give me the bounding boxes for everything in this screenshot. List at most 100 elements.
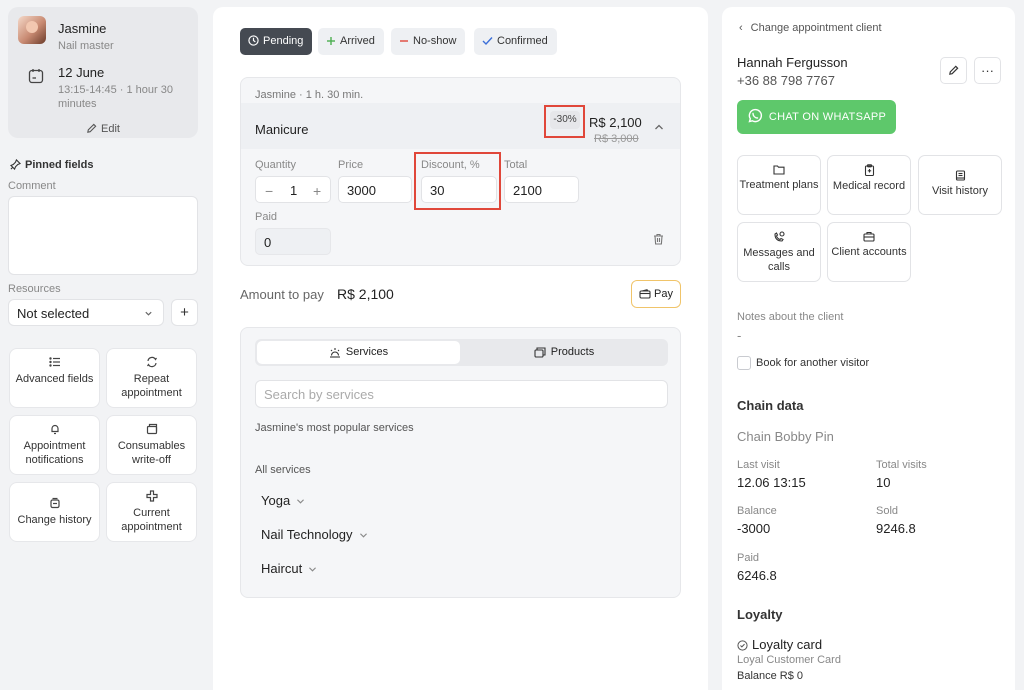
treatment-plans-tile[interactable]: Treatment plans <box>737 155 821 215</box>
appointment-notifications-tile[interactable]: Appointment notifications <box>9 415 100 475</box>
tile-label: Client accounts <box>831 246 907 258</box>
service-row[interactable]: Manicure -30% R$ 2,100 R$ 3,000 <box>241 103 680 149</box>
loyalty-card-link[interactable]: Loyalty card <box>737 637 822 652</box>
folder-icon <box>773 165 785 175</box>
box-icon <box>146 423 157 435</box>
comment-textarea[interactable] <box>8 196 198 275</box>
total-input[interactable]: 2100 <box>504 176 579 203</box>
discount-badge-highlight <box>544 105 585 138</box>
trash-icon[interactable] <box>653 233 664 245</box>
price-label: Price <box>338 159 364 171</box>
discount-field-highlight <box>414 152 501 210</box>
consumables-writeoff-tile[interactable]: Consumables write-off <box>106 415 197 475</box>
status-arrived-button[interactable]: Arrived <box>318 28 384 55</box>
notes-value: - <box>737 328 742 343</box>
edit-button[interactable]: Edit <box>8 123 198 135</box>
master-name: Jasmine <box>58 21 107 36</box>
client-accounts-tile[interactable]: Client accounts <box>827 222 911 282</box>
current-appointment-tile[interactable]: Current appointment <box>106 482 197 542</box>
book-another-checkbox[interactable] <box>737 356 751 370</box>
loyalty-title: Loyalty <box>737 607 783 622</box>
balance-label: Balance <box>737 505 777 517</box>
sold-label: Sold <box>876 505 899 517</box>
visit-history-tile[interactable]: Visit history <box>918 155 1002 215</box>
popular-services-label: Jasmine's most popular services <box>255 422 414 434</box>
history-icon <box>49 497 60 509</box>
resources-value: Not selected <box>17 306 90 321</box>
quantity-stepper[interactable]: − 1 + <box>255 176 331 203</box>
pay-label: Pay <box>654 288 673 300</box>
appointment-panel: Pending Arrived No-show Confirmed Jasmin… <box>213 7 708 690</box>
edit-client-button[interactable] <box>940 57 967 84</box>
sun-icon <box>329 348 340 358</box>
category-haircut[interactable]: Haircut <box>261 561 317 576</box>
client-name: Hannah Fergusson <box>737 55 848 70</box>
tab-products-label: Products <box>550 346 595 358</box>
balance-value: -3000 <box>737 521 771 536</box>
status-noshow-button[interactable]: No-show <box>391 28 466 55</box>
last-visit-label: Last visit <box>737 459 780 471</box>
phone-chat-icon <box>774 231 785 242</box>
status-label: Arrived <box>340 35 375 47</box>
quantity-minus-button[interactable]: − <box>265 183 273 199</box>
repeat-appointment-tile[interactable]: Repeat appointment <box>106 348 197 408</box>
messages-calls-tile[interactable]: Messages and calls <box>737 222 821 282</box>
appointment-date: 12 June <box>58 65 105 80</box>
price-input[interactable]: 3000 <box>338 176 412 203</box>
tab-products[interactable]: Products <box>462 341 666 364</box>
avatar <box>18 16 46 44</box>
total-visits-value: 10 <box>876 475 891 490</box>
status-pending-button[interactable]: Pending <box>240 28 313 55</box>
category-label: Nail Technology <box>261 527 353 542</box>
status-confirmed-button[interactable]: Confirmed <box>474 28 557 55</box>
category-label: Haircut <box>261 561 303 576</box>
change-history-tile[interactable]: Change history <box>9 482 100 542</box>
change-client-link[interactable]: ‹ Change appointment client <box>739 22 882 34</box>
all-services-label: All services <box>255 464 311 476</box>
tab-services[interactable]: Services <box>257 341 460 364</box>
tile-label: Messages and calls <box>743 247 815 273</box>
client-phone: +36 88 798 7767 <box>737 73 835 88</box>
pencil-icon <box>949 65 959 75</box>
service-card: Jasmine · 1 h. 30 min. Manicure -30% R$ … <box>240 77 681 266</box>
pin-icon <box>9 158 22 171</box>
price-new: R$ 2,100 <box>589 115 642 130</box>
quantity-label: Quantity <box>255 159 296 171</box>
advanced-fields-tile[interactable]: Advanced fields <box>9 348 100 408</box>
chevron-up-icon[interactable] <box>654 123 664 131</box>
edit-label: Edit <box>101 123 120 135</box>
more-options-button[interactable]: ··· <box>974 57 1001 84</box>
category-yoga[interactable]: Yoga <box>261 493 305 508</box>
pinned-fields-title: Pinned fields <box>9 158 93 171</box>
briefcase-icon <box>863 231 875 242</box>
tile-label: Repeat appointment <box>121 373 182 399</box>
service-name: Manicure <box>255 122 309 137</box>
loyalty-card-name: Loyal Customer Card <box>737 654 841 666</box>
paid-input[interactable]: 0 <box>255 228 331 255</box>
list-icon <box>48 357 60 367</box>
resources-label: Resources <box>8 283 61 295</box>
book-another-label: Book for another visitor <box>756 357 870 369</box>
whatsapp-button[interactable]: CHAT ON WHATSAPP <box>737 100 896 134</box>
catalog-segmented-control: Services Products <box>255 339 668 366</box>
chevron-left-icon: ‹ <box>739 22 743 34</box>
add-resource-button[interactable]: + <box>171 299 198 326</box>
tile-label: Current appointment <box>121 507 182 533</box>
services-search-input[interactable]: Search by services <box>255 380 668 408</box>
whatsapp-icon <box>748 108 762 123</box>
price-old: R$ 3,000 <box>594 133 639 145</box>
more-icon: ··· <box>981 63 994 78</box>
category-nail-technology[interactable]: Nail Technology <box>261 527 368 542</box>
chevron-down-icon <box>309 567 317 572</box>
repeat-icon <box>146 356 157 368</box>
appointment-time: 13:15-14:45 · 1 hour 30 minutes <box>58 84 173 110</box>
chevron-down-icon <box>297 499 305 504</box>
medical-record-tile[interactable]: Medical record <box>827 155 911 215</box>
paid-value: 0 <box>264 235 272 250</box>
pay-button[interactable]: Pay <box>631 280 681 308</box>
resources-select[interactable]: Not selected <box>8 299 164 326</box>
tile-label: Change history <box>17 514 92 526</box>
calendar-icon <box>28 69 44 84</box>
quantity-plus-button[interactable]: + <box>313 183 321 199</box>
pencil-icon <box>87 123 97 133</box>
